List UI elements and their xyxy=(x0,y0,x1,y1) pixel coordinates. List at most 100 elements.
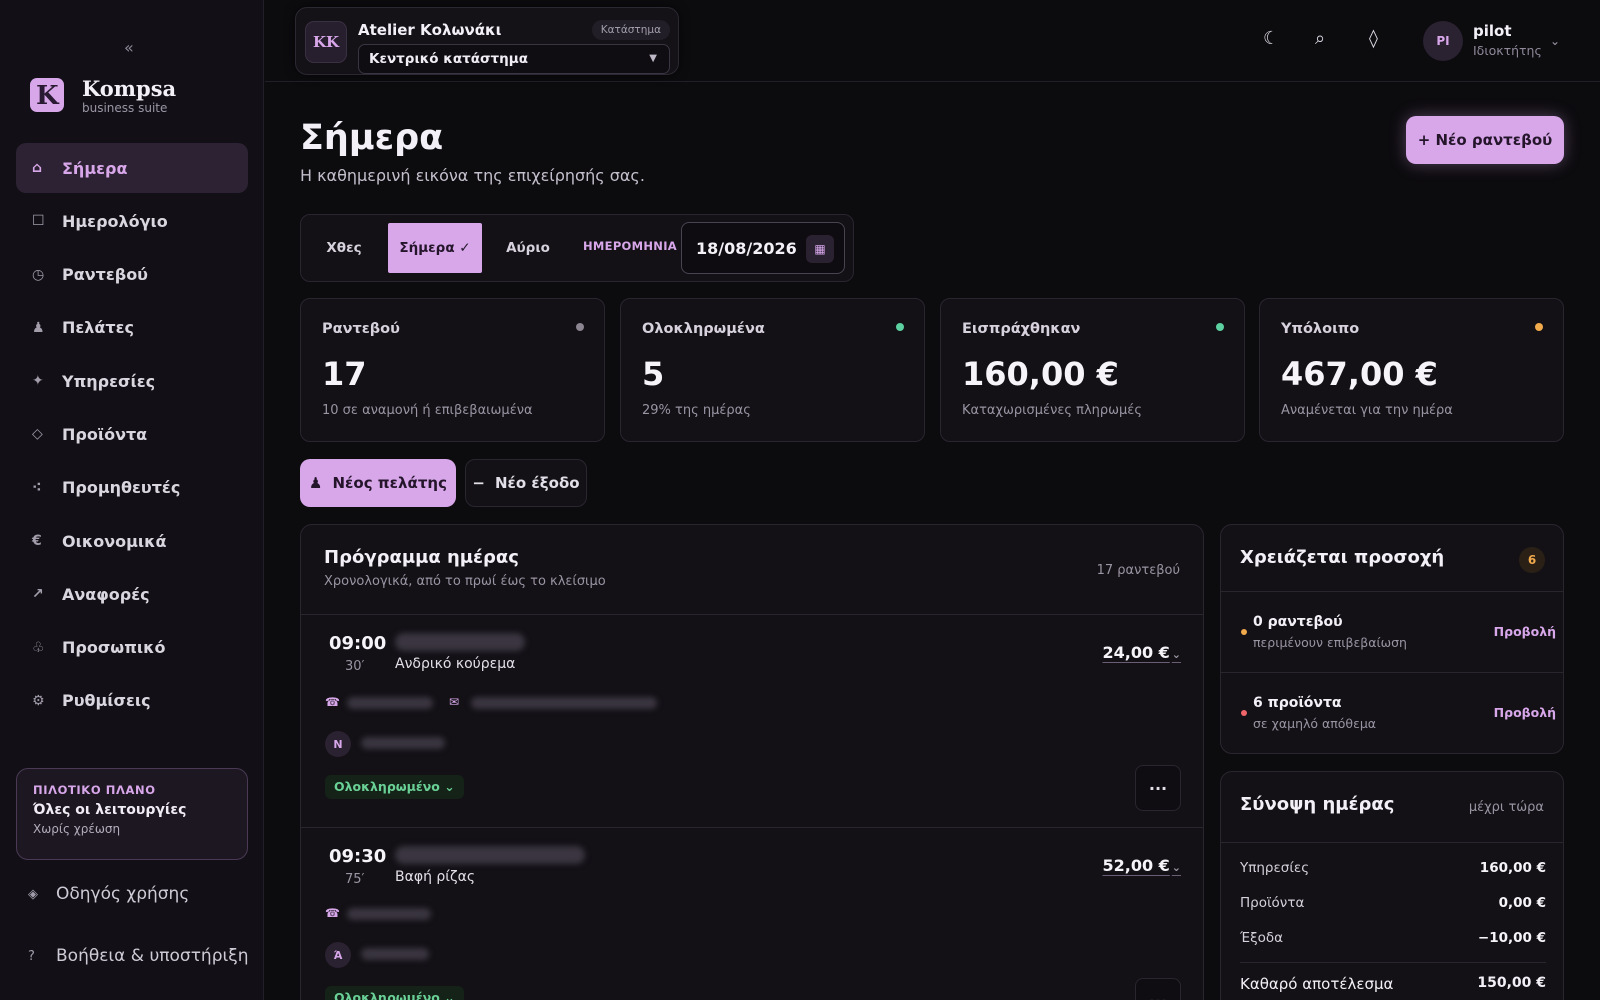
sidebar-item-suppliers[interactable]: ⁖ Προμηθευτές xyxy=(16,463,248,513)
staff-name-redacted xyxy=(361,737,445,749)
help-link[interactable]: ? Βοήθεια & υποστήριξη xyxy=(28,946,249,966)
user-role: Ιδιοκτήτης xyxy=(1473,43,1542,58)
status-badge[interactable]: Ολοκληρωμένο ⌄ xyxy=(325,775,464,799)
topbar: KK Atelier Κολωνάκι Κατάστημα Κεντρικό κ… xyxy=(265,0,1600,82)
tab-yesterday[interactable]: Χθες xyxy=(309,223,379,273)
tab-tomorrow[interactable]: Αύριο xyxy=(490,223,566,273)
day-schedule: Πρόγραμμα ημέρας Χρονολογικά, από το πρω… xyxy=(300,524,1204,1000)
guide-link[interactable]: ◈ Οδηγός χρήσης xyxy=(28,884,189,904)
home-icon: ⌂ xyxy=(32,160,43,176)
user-icon: ♟ xyxy=(309,474,323,492)
business-switcher[interactable]: KK Atelier Κολωνάκι Κατάστημα Κεντρικό κ… xyxy=(295,7,679,75)
schedule-subtitle: Χρονολογικά, από το πρωί έως το κλείσιμο xyxy=(324,574,606,589)
page-subtitle: Η καθημερινή εικόνα της επιχείρησής σας. xyxy=(300,166,645,185)
chevron-down-icon[interactable]: ⌄ xyxy=(1550,34,1560,48)
more-actions-button[interactable]: ··· xyxy=(1135,765,1181,811)
tab-today[interactable]: Σήμερα ✓ xyxy=(388,223,482,273)
view-link[interactable]: Προβολή xyxy=(1494,624,1556,639)
search-icon[interactable]: ⌕ xyxy=(1315,28,1325,49)
appointment-time: 09:30 xyxy=(329,846,387,867)
appointment-duration: 75′ xyxy=(345,872,365,887)
sidebar-item-label: Ρυθμίσεις xyxy=(62,691,151,711)
day-selector: Χθες Σήμερα ✓ Αύριο ΗΜΕΡΟΜΗΝΙΑ 18/08/202… xyxy=(300,214,854,282)
attention-item-subtitle: περιμένουν επιβεβαίωση xyxy=(1253,635,1407,650)
sidebar-item-products[interactable]: ◇ Προϊόντα xyxy=(16,409,248,459)
appointment-price[interactable]: 52,00 € ⌄ xyxy=(1102,856,1181,875)
gear-icon: ⚙ xyxy=(32,692,45,709)
phone-icon[interactable]: ☎ xyxy=(325,906,340,920)
status-dot xyxy=(1216,323,1224,331)
attention-item[interactable]: 6 προϊόντα σε χαμηλό απόθεμα Προβολή xyxy=(1221,672,1563,753)
appointment-price[interactable]: 24,00 € ⌄ xyxy=(1102,643,1181,662)
sidebar-nav: ⌂ Σήμερα ☐ Ημερολόγιο ◷ Ραντεβού ♟ Πελάτες ✦… xyxy=(16,143,248,729)
staff-avatar: N xyxy=(325,731,351,757)
attention-item-subtitle: σε χαμηλό απόθεμα xyxy=(1253,716,1377,731)
plan-card[interactable]: ΠΙΛΟΤΙΚΟ ΠΛΑΝΟ Όλες οι λειτουργίες Χωρίς… xyxy=(16,768,248,860)
summary-period: μέχρι τώρα xyxy=(1468,800,1544,815)
stat-note: Αναμένεται για την ημέρα xyxy=(1281,403,1453,418)
arrow-up-right-icon: ↗ xyxy=(32,586,44,603)
user-name[interactable]: pilot xyxy=(1473,22,1512,40)
minus-icon: − xyxy=(472,474,485,492)
status-dot xyxy=(1535,323,1543,331)
business-tag: Κατάστημα xyxy=(591,20,670,40)
sidebar-item-appointments[interactable]: ◷ Ραντεβού xyxy=(16,250,248,300)
staff-name-redacted xyxy=(361,948,429,960)
appointment-service: Βαφή ρίζας xyxy=(395,869,476,885)
staff-icon: ♧ xyxy=(32,639,45,656)
status-dot xyxy=(1241,629,1247,635)
appointment-time: 09:00 xyxy=(329,633,387,654)
avatar[interactable]: PI xyxy=(1423,21,1463,61)
calendar-icon[interactable]: ▦ xyxy=(806,235,834,263)
sidebar-item-staff[interactable]: ♧ Προσωπικό xyxy=(16,623,248,673)
stat-label: Υπόλοιπο xyxy=(1281,321,1360,337)
new-appointment-button[interactable]: + Νέο ραντεβού xyxy=(1406,116,1564,164)
client-name-redacted xyxy=(395,633,525,651)
stat-value: 17 xyxy=(322,355,367,393)
help-label: Βοήθεια & υποστήριξη xyxy=(56,946,249,966)
schedule-count: 17 ραντεβού xyxy=(1096,563,1180,578)
euro-icon: € xyxy=(32,533,42,550)
stat-card-collected: Εισπράχθηκαν 160,00 € Καταχωρισμένες πλη… xyxy=(940,298,1245,442)
sidebar-item-label: Πελάτες xyxy=(62,318,135,338)
sidebar-item-clients[interactable]: ♟ Πελάτες xyxy=(16,303,248,353)
moon-icon[interactable]: ☾ xyxy=(1263,28,1279,49)
brand-logo[interactable]: K xyxy=(30,78,64,112)
more-actions-button[interactable]: ··· xyxy=(1135,978,1181,1000)
new-expense-button[interactable]: − Νέο έξοδο xyxy=(465,459,587,507)
mail-icon[interactable]: ✉ xyxy=(449,695,459,709)
appointment-row[interactable]: 09:00 30′ Ανδρικό κούρεμα 24,00 € ⌄ ☎ ✉ N… xyxy=(301,614,1203,827)
guide-label: Οδηγός χρήσης xyxy=(56,884,190,904)
brand-tagline: business suite xyxy=(82,101,168,115)
attention-panel: Χρειάζεται προσοχή 6 0 ραντεβού περιμένο… xyxy=(1220,524,1564,754)
sidebar-item-settings[interactable]: ⚙ Ρυθμίσεις xyxy=(16,676,248,726)
chevron-down-icon: ⌄ xyxy=(1171,648,1181,661)
collapse-sidebar-icon[interactable]: « xyxy=(124,38,134,57)
sidebar-item-reports[interactable]: ↗ Αναφορές xyxy=(16,569,248,619)
staff-avatar: Ά xyxy=(325,942,351,968)
business-avatar: KK xyxy=(305,21,347,63)
status-badge[interactable]: Ολοκληρωμένο ⌄ xyxy=(325,986,464,1000)
appointment-row[interactable]: 09:30 75′ Βαφή ρίζας 52,00 € ⌄ ☎ Ά Ολοκλη… xyxy=(301,827,1203,1000)
phone-icon[interactable]: ☎ xyxy=(325,695,340,709)
stat-card-balance: Υπόλοιπο 467,00 € Αναμένεται για την ημέ… xyxy=(1259,298,1564,442)
divider xyxy=(1221,842,1563,843)
sidebar-item-services[interactable]: ✦ Υπηρεσίες xyxy=(16,356,248,406)
sidebar-item-finance[interactable]: € Οικονομικά xyxy=(16,516,248,566)
sidebar-item-label: Σήμερα xyxy=(62,158,128,178)
sidebar-item-calendar[interactable]: ☐ Ημερολόγιο xyxy=(16,196,248,246)
location-select[interactable]: Κεντρικό κατάστημα ▼ xyxy=(358,44,670,74)
calendar-icon: ☐ xyxy=(32,213,45,230)
stat-label: Ραντεβού xyxy=(322,321,400,337)
email-redacted xyxy=(471,697,657,709)
attention-item[interactable]: 0 ραντεβού περιμένουν επιβεβαίωση Προβολ… xyxy=(1221,591,1563,672)
sidebar-item-today[interactable]: ⌂ Σήμερα xyxy=(16,143,248,193)
status-dot xyxy=(576,323,584,331)
new-client-button[interactable]: ♟ Νέος πελάτης xyxy=(300,459,456,507)
attention-item-title: 0 ραντεβού xyxy=(1253,614,1343,630)
diamond-icon[interactable]: ◊ xyxy=(1369,28,1378,49)
stat-card-appointments: Ραντεβού 17 10 σε αναμονή ή επιβεβαιωμέν… xyxy=(300,298,605,442)
sidebar-item-label: Ραντεβού xyxy=(62,265,148,285)
date-input[interactable]: 18/08/2026 ▦ xyxy=(681,222,845,274)
view-link[interactable]: Προβολή xyxy=(1494,705,1556,720)
